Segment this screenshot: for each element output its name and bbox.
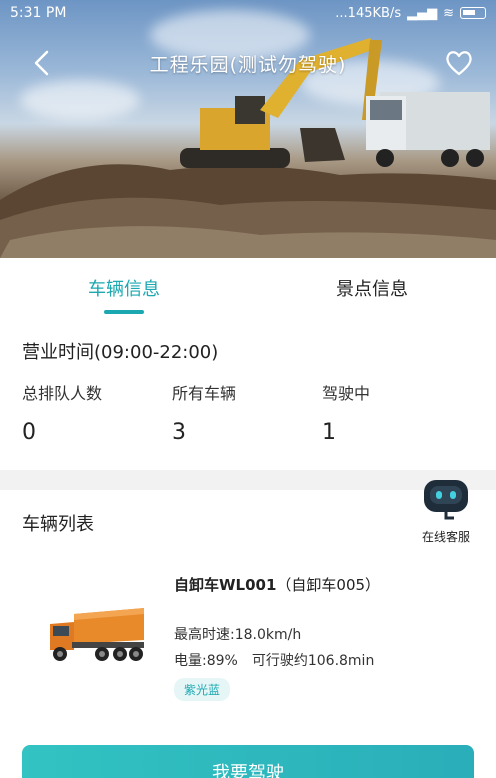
stat-value: 0 — [22, 420, 36, 445]
back-icon[interactable] — [28, 48, 58, 78]
stat-value: 1 — [322, 420, 336, 445]
tab-label: 景点信息 — [336, 279, 408, 300]
page-title: 工程乐园(测试勿驾驶) — [149, 53, 347, 76]
status-time: 5:31 PM — [10, 5, 67, 21]
stats-row: 总排队人数 0 所有车辆 3 驾驶中 1 — [0, 380, 496, 445]
truck-thumbnail — [50, 608, 144, 661]
stat-queue: 总排队人数 0 — [22, 380, 172, 445]
vehicle-name: 自卸车WL001（自卸车005） — [174, 574, 384, 596]
heart-icon[interactable] — [444, 48, 474, 78]
stat-label: 所有车辆 — [172, 384, 237, 403]
vehicle-item[interactable]: 自卸车WL001（自卸车005） 最高时速:18.0km/h 电量:89% 可行驶… — [0, 568, 496, 701]
customer-service-label: 在线客服 — [421, 530, 470, 544]
vehicle-range: 可行驶约106.8min — [251, 653, 375, 669]
robot-service-icon — [424, 480, 468, 520]
vehicle-power-row: 电量:89% 可行驶约106.8min — [174, 650, 374, 670]
vehicle-color-tag: 紫光蓝 — [174, 678, 231, 701]
tab-attraction-info[interactable]: 景点信息 — [248, 258, 496, 318]
nav-bar: 工程乐园(测试勿驾驶) — [0, 40, 496, 86]
tab-bar: 车辆信息 景点信息 — [0, 258, 496, 318]
battery-icon — [460, 7, 486, 19]
hero-image: 5:31 PM ...145KB/s ▂▄▆ ≋ 工程乐园(测试勿驾驶) — [0, 0, 496, 258]
stat-label: 总排队人数 — [22, 384, 103, 403]
status-bar: 5:31 PM ...145KB/s ▂▄▆ ≋ — [0, 0, 496, 26]
stat-total-vehicles: 所有车辆 3 — [172, 380, 322, 445]
vehicle-name-text: 自卸车WL001 — [174, 576, 277, 594]
vehicle-model: （自卸车005） — [276, 576, 381, 594]
customer-service-button[interactable]: 在线客服 — [414, 474, 478, 546]
stat-value: 3 — [172, 420, 186, 445]
stat-driving: 驾驶中 1 — [322, 380, 472, 445]
network-speed: ...145KB/s — [335, 5, 402, 21]
tab-indicator — [104, 310, 144, 314]
signal-icon: ▂▄▆ — [407, 5, 438, 21]
drive-button[interactable]: 我要驾驶 — [22, 745, 474, 778]
business-hours: 营业时间(09:00-22:00) — [22, 342, 219, 363]
vehicle-max-speed: 最高时速:18.0km/h — [174, 627, 302, 643]
tab-vehicle-info[interactable]: 车辆信息 — [0, 258, 248, 318]
construction-scene — [0, 38, 496, 258]
info-card: 车辆信息 景点信息 营业时间(09:00-22:00) 总排队人数 0 所有车辆… — [0, 258, 496, 470]
tab-label: 车辆信息 — [88, 279, 160, 300]
stat-label: 驾驶中 — [322, 384, 371, 403]
vehicle-battery: 电量:89% — [174, 653, 238, 669]
wifi-icon: ≋ — [443, 5, 454, 21]
